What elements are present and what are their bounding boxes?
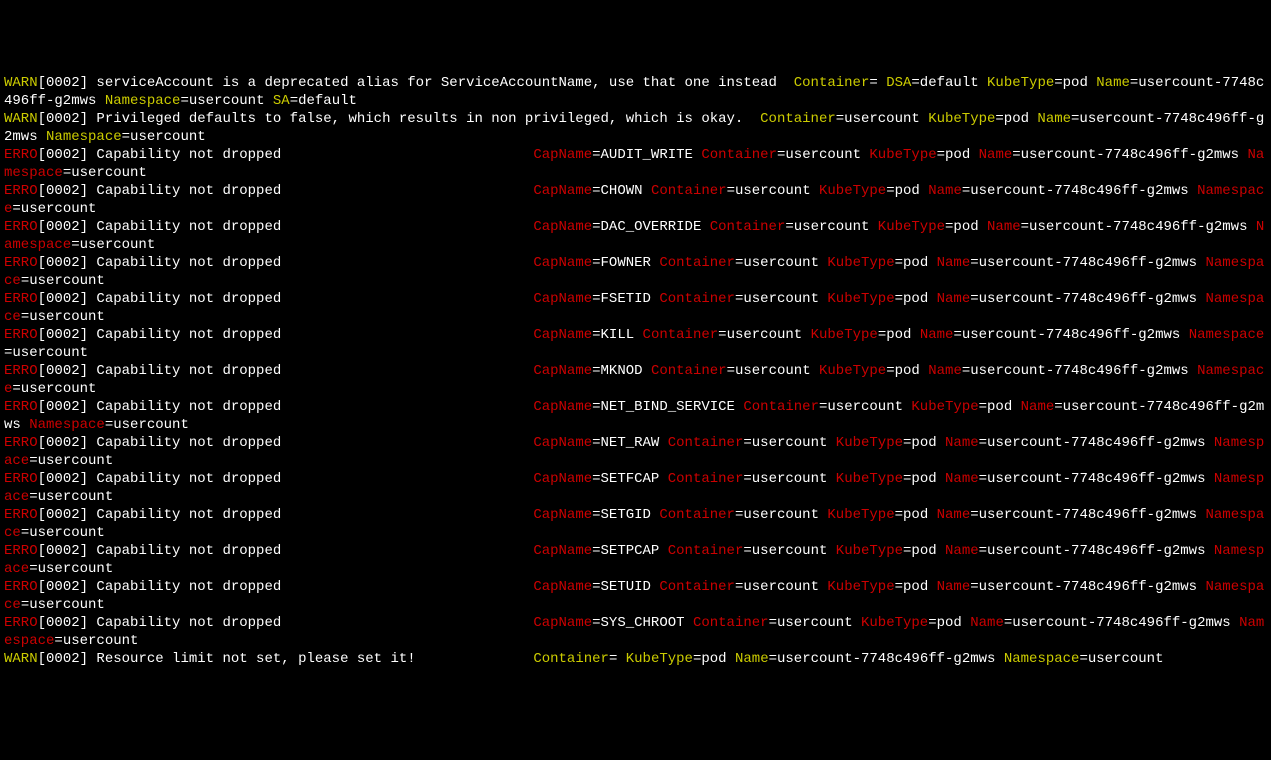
terminal-output: WARN[0002] serviceAccount is a deprecate… xyxy=(4,74,1267,668)
